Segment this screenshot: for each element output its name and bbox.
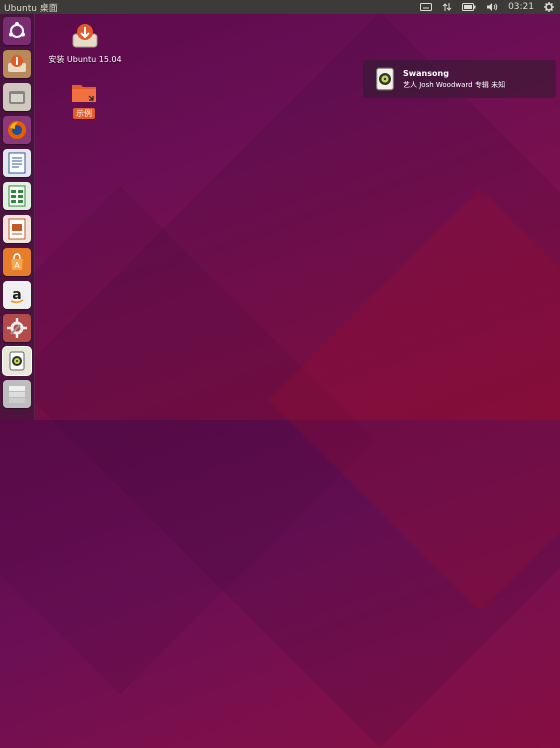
launcher-files[interactable] [3, 83, 31, 111]
amazon-icon: a [10, 287, 24, 304]
launcher-writer[interactable] [3, 149, 31, 177]
volume-icon[interactable] [486, 0, 498, 14]
software-center-icon: A [11, 253, 23, 270]
notification-body: 艺人 Josh Woodward 专辑 未知 [403, 80, 506, 89]
writer-icon [8, 152, 26, 174]
ubuntu-logo-icon [9, 22, 25, 38]
notification-text: Swansong 艺人 Josh Woodward 专辑 未知 [403, 69, 505, 90]
network-icon[interactable] [442, 0, 452, 14]
desktop-folder-label: 示例 [73, 108, 95, 119]
launcher-installer[interactable] [3, 50, 31, 78]
battery-icon[interactable] [462, 0, 476, 14]
top-panel: Ubuntu 桌面 03:21 [0, 0, 560, 14]
workspaces-icon [9, 386, 25, 403]
calc-icon [8, 185, 26, 207]
launcher-calc[interactable] [3, 182, 31, 210]
launcher-amazon[interactable]: a [3, 281, 31, 309]
svg-text:A: A [14, 261, 20, 270]
folder-icon [72, 85, 96, 102]
gear-icon[interactable] [544, 0, 554, 14]
ubuntu-dash-button[interactable] [3, 17, 31, 45]
rhythmbox-icon [376, 67, 394, 91]
settings-icon [7, 318, 27, 338]
launcher-rhythmbox[interactable] [3, 347, 31, 375]
firefox-icon [8, 121, 26, 139]
launcher: A a [0, 14, 35, 420]
launcher-software-center[interactable]: A [3, 248, 31, 276]
clock[interactable]: 03:21 [508, 0, 534, 14]
impress-icon [8, 218, 26, 240]
keyboard-indicator-icon[interactable] [420, 0, 433, 14]
desktop-icon-label: 安装 Ubuntu 15.04 [48, 55, 122, 64]
launcher-workspaces[interactable] [3, 380, 31, 408]
rhythmbox-icon [9, 351, 25, 371]
launcher-settings[interactable] [3, 314, 31, 342]
launcher-impress[interactable] [3, 215, 31, 243]
installer-icon [72, 24, 98, 48]
window-title: Ubuntu 桌面 [4, 3, 58, 14]
desktop-icon-install[interactable]: 安装 Ubuntu 15.04 [46, 22, 124, 65]
indicator-area: 03:21 [420, 0, 560, 14]
desktop-folder-examples[interactable]: 示例 [66, 82, 102, 119]
installer-icon [8, 55, 26, 72]
notification-title: Swansong [403, 68, 449, 78]
notification-bubble: Swansong 艺人 Josh Woodward 专辑 未知 [363, 60, 556, 98]
file-manager-icon [9, 91, 25, 104]
launcher-firefox[interactable] [3, 116, 31, 144]
